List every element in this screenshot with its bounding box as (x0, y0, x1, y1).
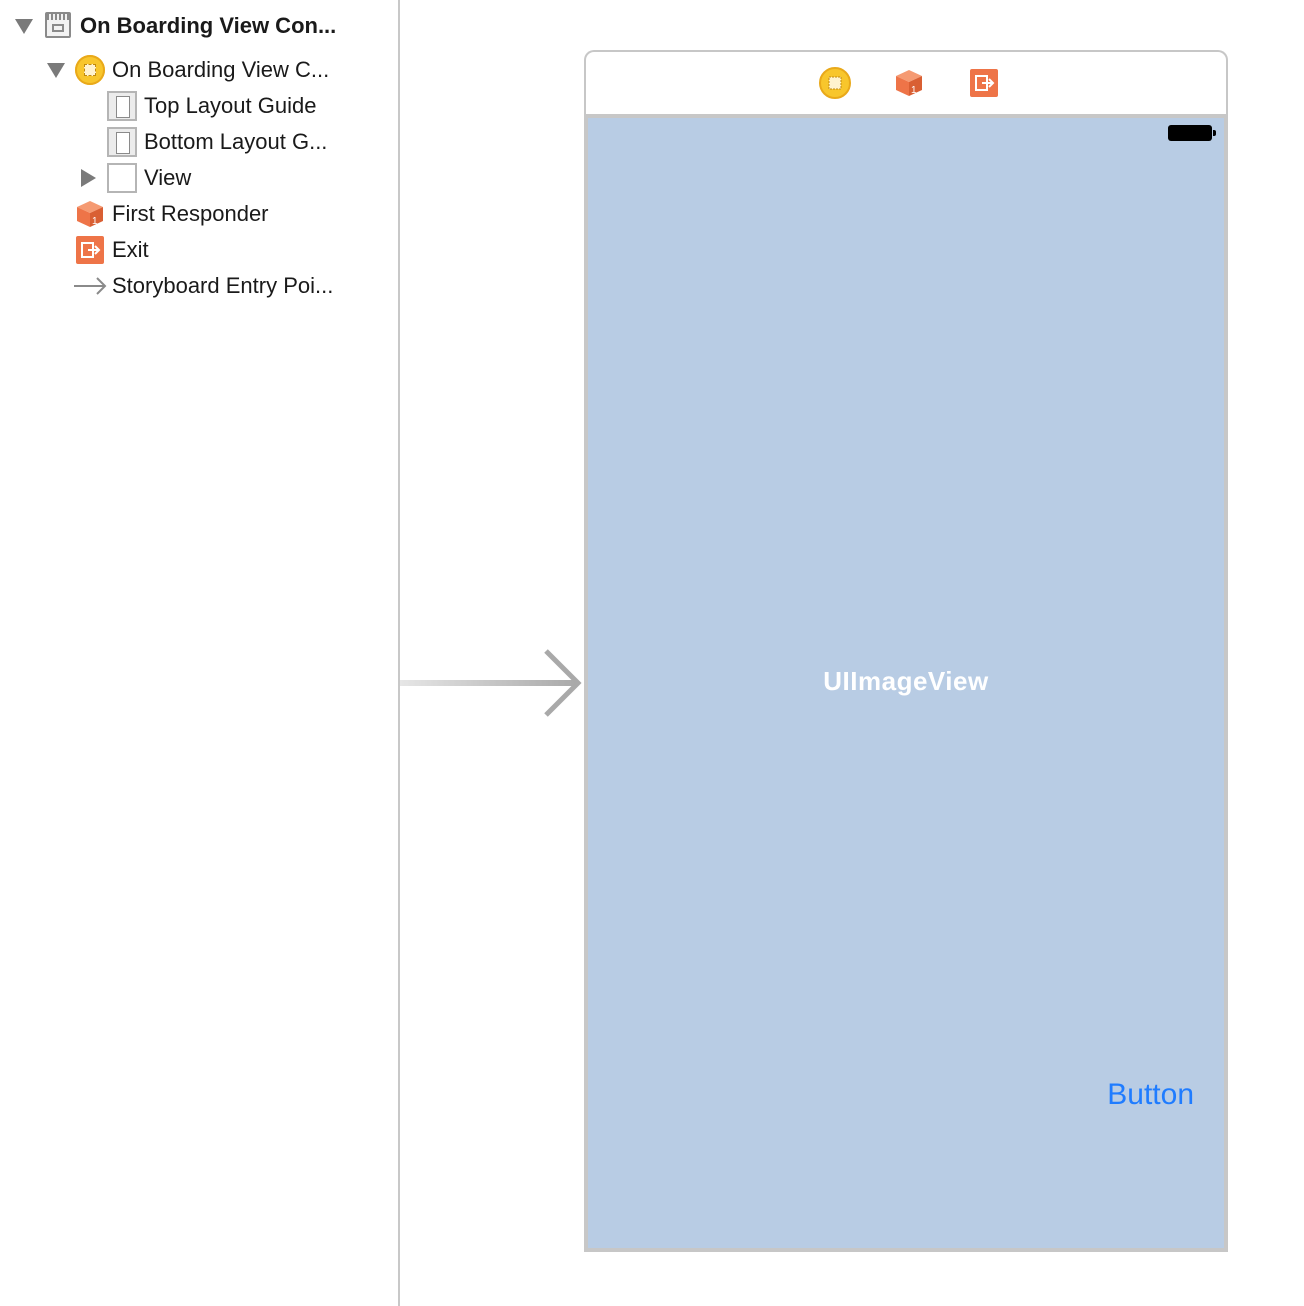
first-responder-icon[interactable]: 1 (894, 67, 924, 99)
exit-icon (76, 236, 104, 264)
storyboard-entry-arrow[interactable] (400, 648, 590, 718)
entry-point-arrow-icon (74, 277, 107, 295)
outline-item-view-controller[interactable]: On Boarding View C... (112, 57, 329, 83)
scene-dock: 1 (584, 50, 1228, 116)
top-layout-guide-icon (107, 91, 137, 121)
ui-image-view[interactable]: UIImageView Button (584, 114, 1228, 1252)
outline-scene-title[interactable]: On Boarding View Con... (80, 13, 336, 39)
outline-item-first-responder[interactable]: First Responder (112, 201, 269, 227)
disclosure-triangle-expanded-icon[interactable] (15, 19, 33, 34)
document-outline: On Boarding View Con... On Boarding View… (0, 0, 398, 1306)
outline-item-top-layout-guide[interactable]: Top Layout Guide (144, 93, 316, 119)
outline-item-storyboard-entry-point[interactable]: Storyboard Entry Poi... (112, 273, 333, 299)
outline-item-exit[interactable]: Exit (112, 237, 149, 263)
disclosure-triangle-expanded-icon[interactable] (47, 63, 65, 78)
view-icon (107, 163, 137, 193)
exit-icon[interactable] (970, 69, 998, 97)
image-view-label: UIImageView (823, 666, 989, 696)
disclosure-triangle-collapsed-icon[interactable] (81, 169, 96, 187)
view-controller-icon (75, 55, 105, 85)
scene-view-controller[interactable]: 1 UIImageView Button (584, 50, 1228, 1252)
svg-text:1: 1 (92, 216, 98, 227)
scene-button[interactable]: Button (1107, 1078, 1194, 1112)
view-controller-icon[interactable] (819, 67, 851, 99)
first-responder-icon: 1 (77, 201, 103, 227)
outline-item-view[interactable]: View (144, 165, 191, 191)
bottom-layout-guide-icon (107, 127, 137, 157)
scene-icon (45, 12, 71, 38)
svg-text:1: 1 (911, 85, 917, 96)
battery-icon (1168, 125, 1216, 141)
outline-item-bottom-layout-guide[interactable]: Bottom Layout G... (144, 129, 327, 155)
